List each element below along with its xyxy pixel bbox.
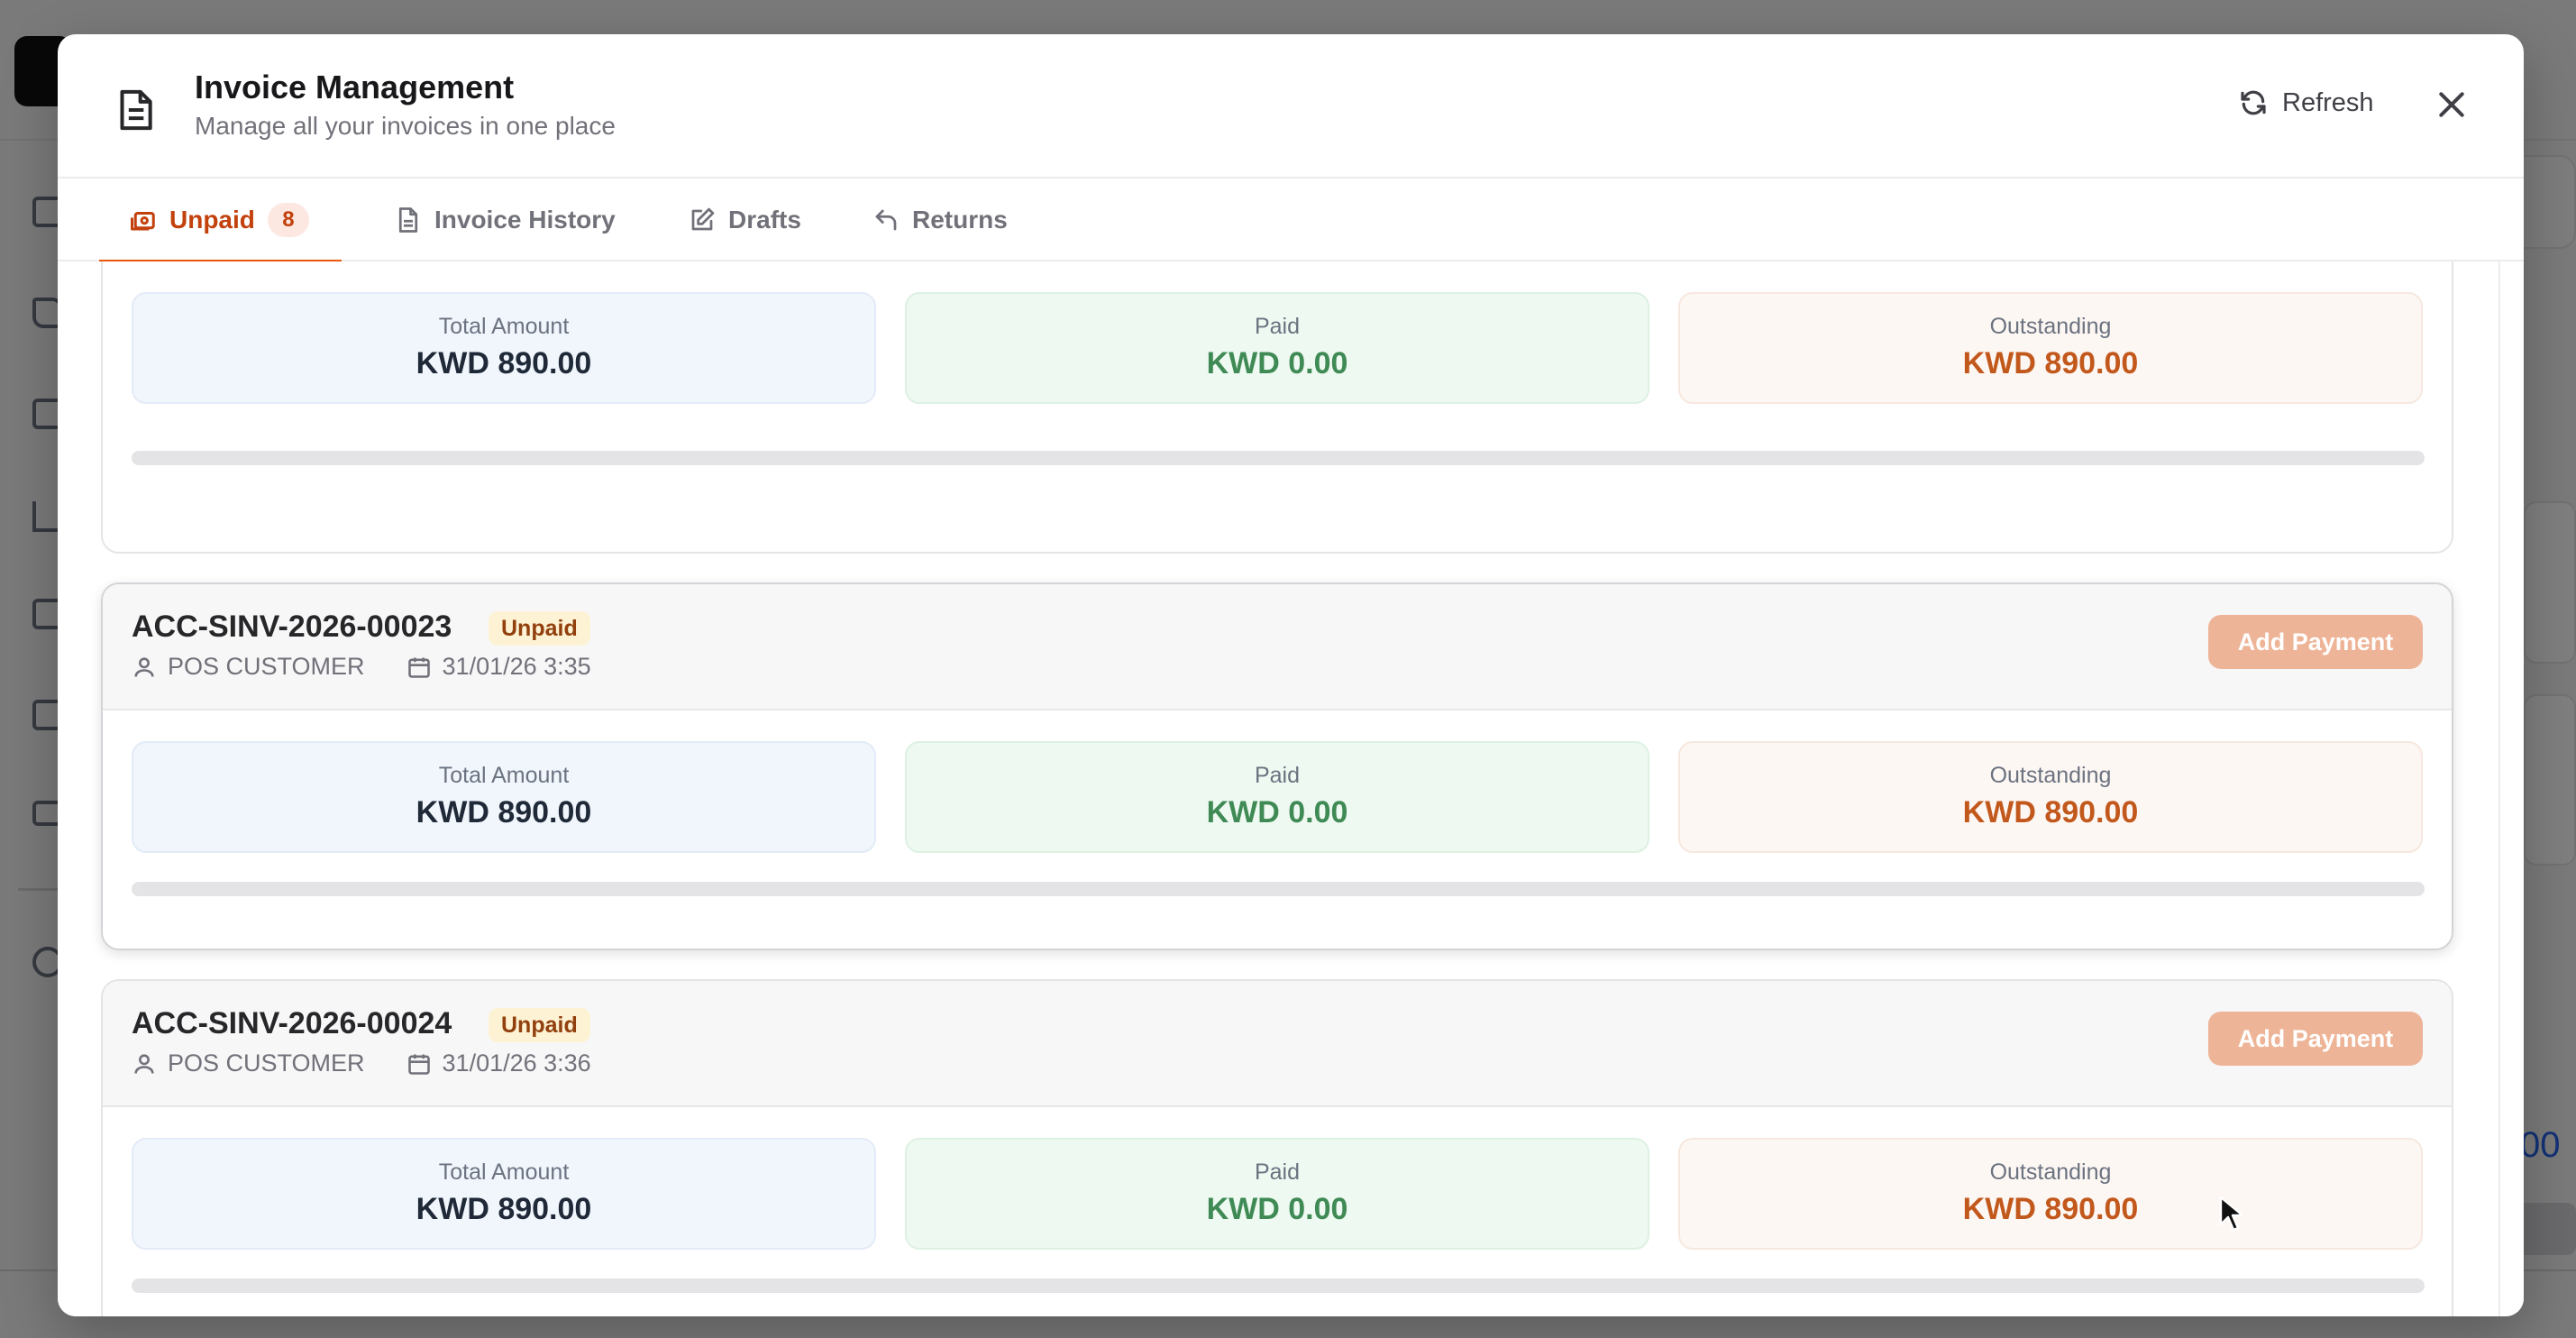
- unpaid-icon: [131, 212, 155, 231]
- document-icon: [120, 89, 152, 131]
- outstanding-amount-box: Outstanding KWD 890.00: [1678, 741, 2423, 853]
- refresh-icon: [2241, 90, 2266, 115]
- customer-name: POS CUSTOMER: [168, 653, 365, 680]
- tab-returns[interactable]: Returns: [872, 179, 1008, 261]
- calendar-icon: [407, 1054, 430, 1075]
- total-amount-label: Total Amount: [438, 314, 570, 339]
- tab-label: Drafts: [728, 206, 801, 234]
- outstanding-label: Outstanding: [1989, 1159, 2112, 1185]
- payment-progress-bar: [132, 451, 2425, 465]
- add-payment-button[interactable]: Add Payment: [2208, 1012, 2423, 1066]
- outstanding-value: KWD 890.00: [1962, 795, 2139, 829]
- total-amount-value: KWD 890.00: [416, 1192, 592, 1226]
- paid-label: Paid: [1254, 763, 1301, 788]
- tab-drafts[interactable]: Drafts: [689, 179, 801, 261]
- paid-value: KWD 0.00: [1206, 795, 1348, 829]
- payment-progress-bar: [132, 882, 2425, 896]
- outstanding-label: Outstanding: [1989, 763, 2112, 788]
- tab-label: Invoice History: [434, 206, 616, 234]
- paid-value: KWD 0.00: [1206, 346, 1348, 380]
- tab-invoice-history[interactable]: Invoice History: [395, 179, 616, 261]
- invoice-number: ACC-SINV-2026-00024: [132, 1006, 452, 1040]
- modal-header: Invoice Management Manage all your invoi…: [58, 34, 2524, 179]
- paid-amount-box: Paid KWD 0.00: [905, 741, 1649, 853]
- status-badge: Unpaid: [489, 611, 590, 646]
- outstanding-label: Outstanding: [1989, 314, 2112, 339]
- total-amount-box: Total Amount KWD 890.00: [132, 292, 876, 404]
- refresh-button[interactable]: Refresh: [2239, 65, 2374, 141]
- paid-amount-box: Paid KWD 0.00: [905, 292, 1649, 404]
- payment-progress-bar: [132, 1278, 2425, 1293]
- total-amount-value: KWD 890.00: [416, 795, 592, 829]
- edit-icon: [691, 207, 715, 231]
- total-amount-box: Total Amount KWD 890.00: [132, 741, 876, 853]
- invoice-meta: POS CUSTOMER 31/01/26 3:36: [132, 1049, 591, 1077]
- status-badge: Unpaid: [489, 1008, 590, 1042]
- invoice-meta: POS CUSTOMER 31/01/26 3:35: [132, 653, 591, 681]
- close-icon[interactable]: [2434, 87, 2470, 123]
- return-arrow-icon: [875, 209, 897, 231]
- invoice-list[interactable]: Total Amount KWD 890.00 Paid KWD 0.00 Ou…: [58, 261, 2524, 1316]
- tab-bar: Unpaid 8 Invoice History Drafts Returns: [58, 179, 2524, 263]
- tab-unpaid[interactable]: Unpaid 8: [99, 179, 342, 263]
- paid-value: KWD 0.00: [1206, 1192, 1348, 1226]
- paid-amount-box: Paid KWD 0.00: [905, 1138, 1649, 1250]
- invoice-card-header: ACC-SINV-2026-00023 Unpaid POS CUSTOMER …: [103, 584, 2452, 710]
- invoice-card[interactable]: ACC-SINV-2026-00024 Unpaid POS CUSTOMER …: [101, 979, 2453, 1316]
- paid-label: Paid: [1254, 1159, 1301, 1185]
- calendar-icon: [407, 657, 430, 678]
- invoice-datetime: 31/01/26 3:35: [442, 653, 591, 680]
- tab-label: Unpaid: [169, 206, 255, 234]
- modal-subtitle: Manage all your invoices in one place: [195, 112, 616, 140]
- total-amount-value: KWD 890.00: [416, 346, 592, 380]
- add-payment-button[interactable]: Add Payment: [2208, 615, 2423, 669]
- total-amount-label: Total Amount: [438, 1159, 570, 1185]
- paid-label: Paid: [1254, 314, 1301, 339]
- outstanding-amount-box: Outstanding KWD 890.00: [1678, 292, 2423, 404]
- scrollbar-track[interactable]: [2498, 261, 2524, 1316]
- invoice-number: ACC-SINV-2026-00023: [132, 609, 452, 644]
- user-icon: [134, 656, 154, 677]
- document-icon: [398, 207, 418, 233]
- invoice-management-modal: Invoice Management Manage all your invoi…: [58, 34, 2524, 1316]
- mouse-cursor-icon: [2219, 1196, 2243, 1232]
- invoice-card[interactable]: ACC-SINV-2026-00023 Unpaid POS CUSTOMER …: [101, 582, 2453, 950]
- invoice-card-header: ACC-SINV-2026-00024 Unpaid POS CUSTOMER …: [103, 981, 2452, 1107]
- modal-title: Invoice Management: [195, 69, 515, 105]
- refresh-label: Refresh: [2282, 87, 2374, 117]
- tab-label: Returns: [912, 206, 1008, 234]
- total-amount-label: Total Amount: [438, 763, 570, 788]
- total-amount-box: Total Amount KWD 890.00: [132, 1138, 876, 1250]
- user-icon: [134, 1053, 154, 1074]
- unpaid-count-badge: 8: [267, 203, 309, 237]
- outstanding-value: KWD 890.00: [1962, 346, 2139, 380]
- outstanding-amount-box: Outstanding KWD 890.00: [1678, 1138, 2423, 1250]
- customer-name: POS CUSTOMER: [168, 1049, 365, 1077]
- invoice-card: Total Amount KWD 890.00 Paid KWD 0.00 Ou…: [101, 261, 2453, 554]
- invoice-datetime: 31/01/26 3:36: [442, 1049, 591, 1077]
- outstanding-value: KWD 890.00: [1962, 1192, 2139, 1226]
